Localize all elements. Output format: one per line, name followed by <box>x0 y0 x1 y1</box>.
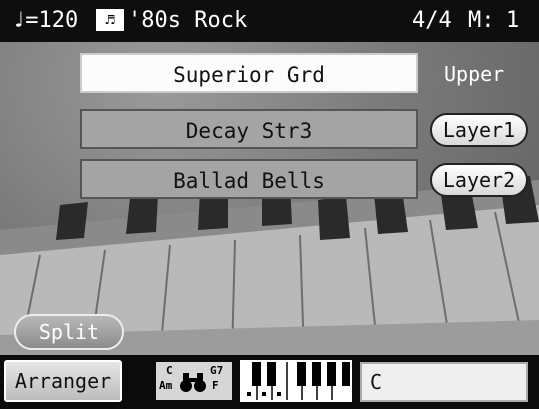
upper-tone-box[interactable]: Superior Grd <box>80 53 418 93</box>
layer1-button[interactable]: Layer1 <box>430 113 528 147</box>
chord-name-display: C <box>360 362 528 402</box>
mini-keyboard-indicator <box>240 360 352 402</box>
layer1-tone-box[interactable]: Decay Str3 <box>80 109 418 149</box>
split-button[interactable]: Split <box>14 314 124 350</box>
rhythm-style-name: '80s Rock <box>128 8 248 33</box>
tempo-display: ♩=120 <box>12 8 79 33</box>
time-signature: 4/4 <box>412 8 452 33</box>
measure-number: 1 <box>506 8 520 33</box>
arranger-button[interactable]: Arranger <box>4 360 122 402</box>
rhythm-style-icon: ♬ <box>96 9 124 31</box>
chord-intelligence-icon: C Am G7 F <box>156 362 232 400</box>
status-bar: ♩=120 ♬ '80s Rock 4/4 M: 1 <box>0 0 539 42</box>
upper-label: Upper <box>444 62 505 86</box>
layer2-button[interactable]: Layer2 <box>430 163 528 197</box>
keyboard-icon <box>242 362 350 400</box>
layer2-tone-box[interactable]: Ballad Bells <box>80 159 418 199</box>
binoculars-icon <box>180 373 206 392</box>
measure-label: M: <box>468 8 495 33</box>
